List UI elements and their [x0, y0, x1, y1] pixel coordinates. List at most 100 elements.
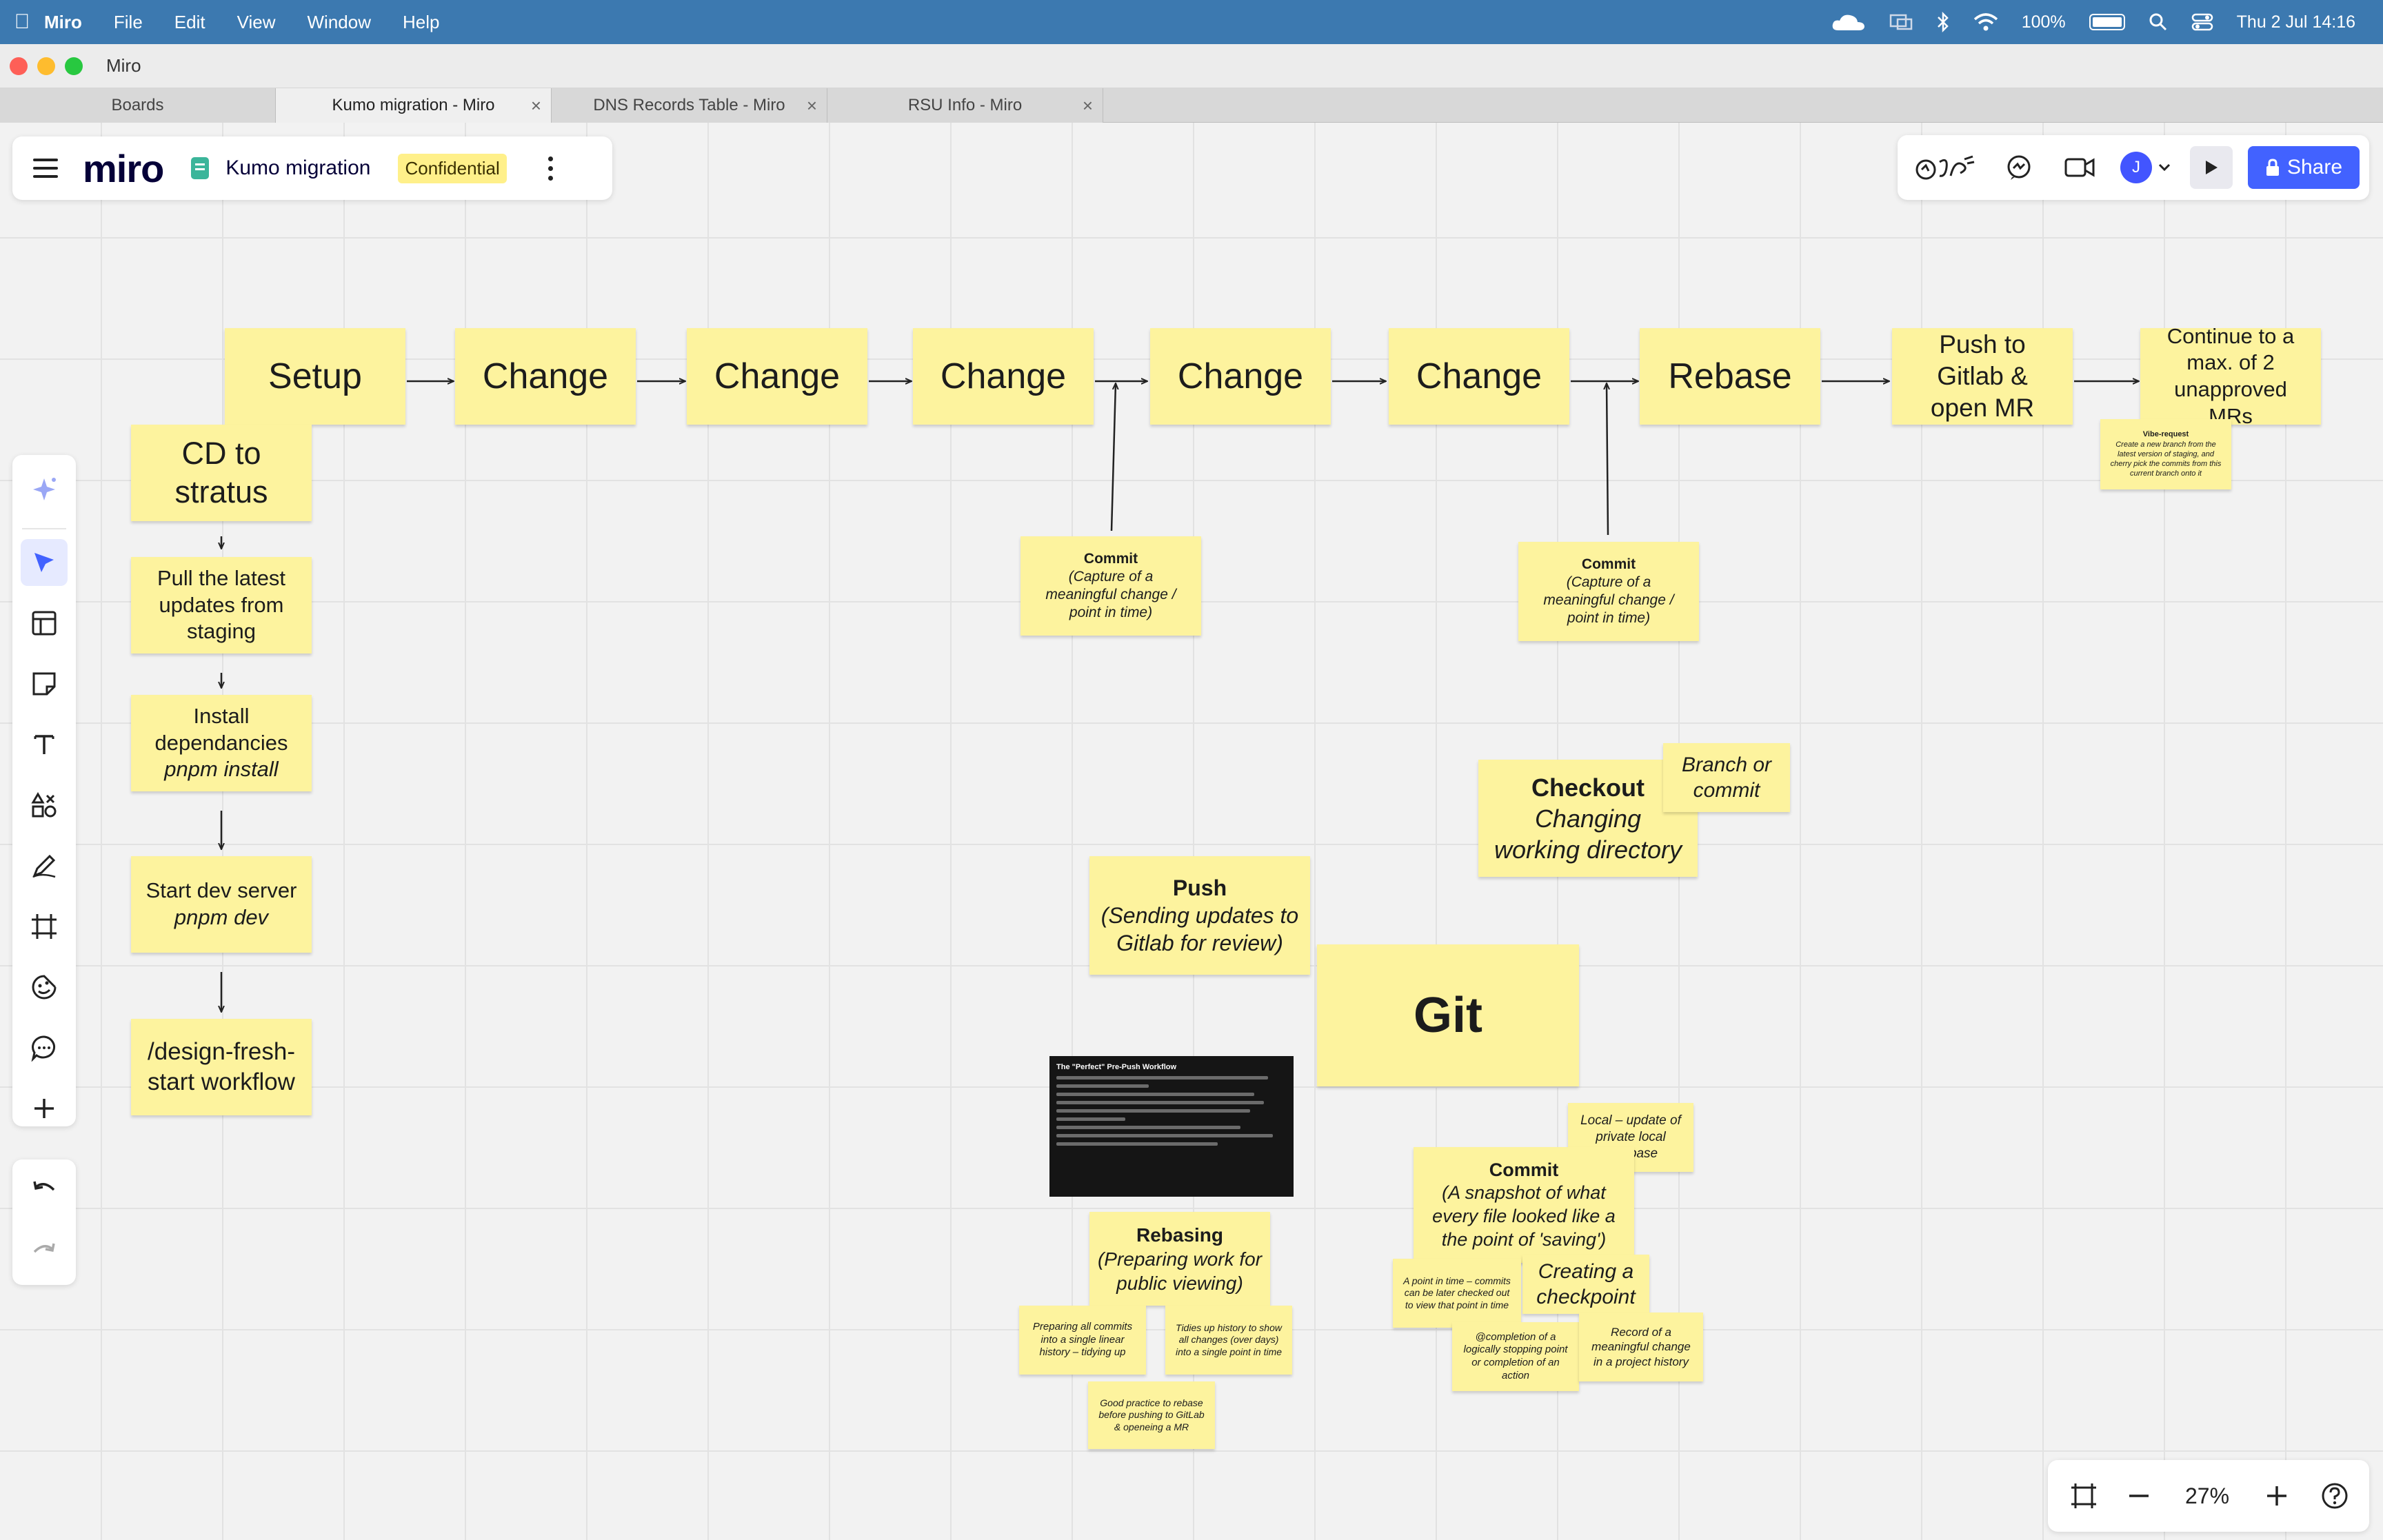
text-icon[interactable]: [21, 721, 68, 768]
sticky-push[interactable]: Push (Sending updates to Gitlab for revi…: [1089, 856, 1310, 975]
doc-line: [1056, 1093, 1255, 1096]
toolbar-divider: [22, 528, 66, 529]
connector-arrow[interactable]: [1607, 383, 1608, 536]
chat-icon[interactable]: [2000, 135, 2038, 200]
zoom-level[interactable]: 27%: [2169, 1460, 2245, 1532]
sticky-note-icon[interactable]: [21, 660, 68, 707]
sticky-record[interactable]: Record of a meaningful change in a proje…: [1579, 1313, 1703, 1381]
share-button[interactable]: Share: [2248, 135, 2360, 200]
sticky-title: Push: [1172, 875, 1227, 900]
sticky-command: pnpm dev: [174, 905, 269, 929]
zoom-in-button[interactable]: [2255, 1460, 2299, 1532]
sticky-rebase[interactable]: Rebase: [1640, 328, 1820, 425]
share-button-face: Share: [2248, 146, 2360, 189]
sticky-text: Branch or commit: [1681, 753, 1772, 802]
sticky-rebasing[interactable]: Rebasing (Preparing work for public view…: [1089, 1212, 1270, 1306]
sticky-text: Change: [940, 356, 1067, 396]
sticky-change[interactable]: Change: [687, 328, 867, 425]
miro-logo[interactable]: miro: [83, 146, 164, 191]
classification-badge[interactable]: Confidential: [398, 153, 507, 183]
redo-icon[interactable]: [21, 1228, 68, 1275]
sticky-text: Change: [714, 356, 841, 396]
sticky-text: Setup: [268, 356, 362, 396]
sticky-git[interactable]: Git: [1317, 944, 1579, 1086]
sticky-commit[interactable]: Commit (Capture of a meaningful change /…: [1518, 542, 1699, 641]
reactions-icon[interactable]: [1911, 135, 1980, 200]
sticky-title: Commit: [1489, 1159, 1559, 1180]
sticky-text: (A snapshot of what every file looked li…: [1432, 1182, 1616, 1250]
sticky-text: Continue to a max. of 2 unapproved MRs: [2166, 323, 2295, 428]
sticky-text: Change: [482, 356, 609, 396]
sticky-setup[interactable]: Setup: [225, 328, 405, 425]
sticky-creating-checkpoint[interactable]: Creating a checkpoint: [1522, 1255, 1649, 1314]
doc-line: [1056, 1134, 1273, 1137]
doc-line: [1056, 1126, 1241, 1129]
more-options-icon[interactable]: [547, 156, 553, 181]
sticky-text: Creating a checkpoint: [1536, 1259, 1636, 1309]
comment-icon[interactable]: [21, 1024, 68, 1071]
sticky-text: Start dev server: [145, 878, 297, 903]
table-icon[interactable]: [21, 600, 68, 647]
sticky-continue[interactable]: Continue to a max. of 2 unapproved MRs: [2140, 324, 2321, 428]
embedded-doc-preview[interactable]: The "Perfect" Pre-Push Workflow: [1049, 1056, 1294, 1197]
sticky-vibe-request[interactable]: Vibe-request Create a new branch from th…: [2100, 419, 2231, 489]
undo-icon[interactable]: [21, 1166, 68, 1213]
sticky-design-workflow[interactable]: /design-fresh-start workflow: [131, 1019, 312, 1115]
sticky-text: (Capture of a meaningful change / point …: [1045, 568, 1176, 621]
sticky-change[interactable]: Change: [1389, 328, 1569, 425]
shapes-icon[interactable]: [21, 782, 68, 829]
lock-icon: [2266, 159, 2279, 176]
sparkle-icon[interactable]: [21, 466, 68, 513]
zoom-out-button[interactable]: [2117, 1460, 2161, 1532]
doc-line: [1056, 1076, 1269, 1080]
sticky-pull-latest[interactable]: Pull the latest updates from staging: [131, 557, 312, 654]
sticky-change[interactable]: Change: [455, 328, 636, 425]
sticky-preparing-commits[interactable]: Preparing all commits into a single line…: [1019, 1306, 1146, 1375]
sticker-icon[interactable]: [21, 964, 68, 1011]
sticky-command: pnpm install: [164, 757, 279, 782]
sticky-text: Pull the latest updates from staging: [157, 565, 286, 644]
sticky-push-to-gitlab[interactable]: Push to Gitlab & open MR: [1892, 328, 2073, 425]
sticky-change[interactable]: Change: [1150, 328, 1331, 425]
sticky-title: Checkout: [1531, 773, 1645, 802]
sticky-tidies-up[interactable]: Tidies up history to show all changes (o…: [1165, 1306, 1292, 1375]
share-label: Share: [2286, 156, 2343, 179]
help-icon[interactable]: [2313, 1460, 2357, 1532]
sticky-title: Vibe-request: [2142, 430, 2189, 439]
sticky-good-practice[interactable]: Good practice to rebase before pushing t…: [1088, 1381, 1215, 1449]
sticky-text: Record of a meaningful change in a proje…: [1591, 1326, 1691, 1368]
sticky-title: Commit: [1581, 556, 1636, 572]
sticky-text: Create a new branch from the latest vers…: [2110, 440, 2222, 478]
fit-to-screen-icon[interactable]: [2062, 1460, 2106, 1532]
chevron-down-icon[interactable]: [2158, 163, 2171, 172]
sticky-install-dependancies[interactable]: Install dependancies pnpm install: [131, 695, 312, 791]
sticky-title: Commit: [1083, 550, 1138, 567]
sticky-text: Good practice to rebase before pushing t…: [1098, 1397, 1205, 1432]
frame-icon[interactable]: [21, 903, 68, 950]
sticky-text: Preparing all commits into a single line…: [1032, 1320, 1133, 1359]
sticky-point-in-time[interactable]: A point in time – commits can be later c…: [1393, 1259, 1521, 1328]
sticky-change[interactable]: Change: [913, 328, 1094, 425]
pen-icon[interactable]: [21, 842, 68, 889]
connector-arrow[interactable]: [1110, 383, 1116, 531]
sticky-commit-concept[interactable]: Commit (A snapshot of what every file lo…: [1414, 1147, 1634, 1263]
doc-line: [1056, 1142, 1218, 1146]
doc-line: [1056, 1084, 1149, 1088]
history-toolbar: [12, 1159, 76, 1285]
main-menu-icon[interactable]: [33, 159, 58, 178]
sticky-commit[interactable]: Commit (Capture of a meaningful change /…: [1020, 536, 1201, 636]
sticky-text: @completion of a logically stopping poin…: [1463, 1330, 1568, 1381]
video-call-icon[interactable]: [2060, 135, 2099, 200]
plus-icon[interactable]: [21, 1085, 68, 1132]
sticky-completion[interactable]: @completion of a logically stopping poin…: [1452, 1322, 1579, 1391]
sticky-cd-to-stratus[interactable]: CD to stratus: [131, 425, 312, 521]
doc-line: [1056, 1101, 1264, 1104]
sticky-text: Change: [1416, 356, 1542, 396]
user-menu[interactable]: J: [2118, 135, 2173, 200]
avatar[interactable]: J: [2120, 152, 2152, 183]
sticky-start-dev-server[interactable]: Start dev server pnpm dev: [131, 856, 312, 953]
present-button[interactable]: [2190, 135, 2233, 200]
board-name[interactable]: Kumo migration: [225, 156, 370, 180]
select-cursor-icon[interactable]: [21, 539, 68, 586]
sticky-branch-or-commit[interactable]: Branch or commit: [1663, 743, 1790, 812]
